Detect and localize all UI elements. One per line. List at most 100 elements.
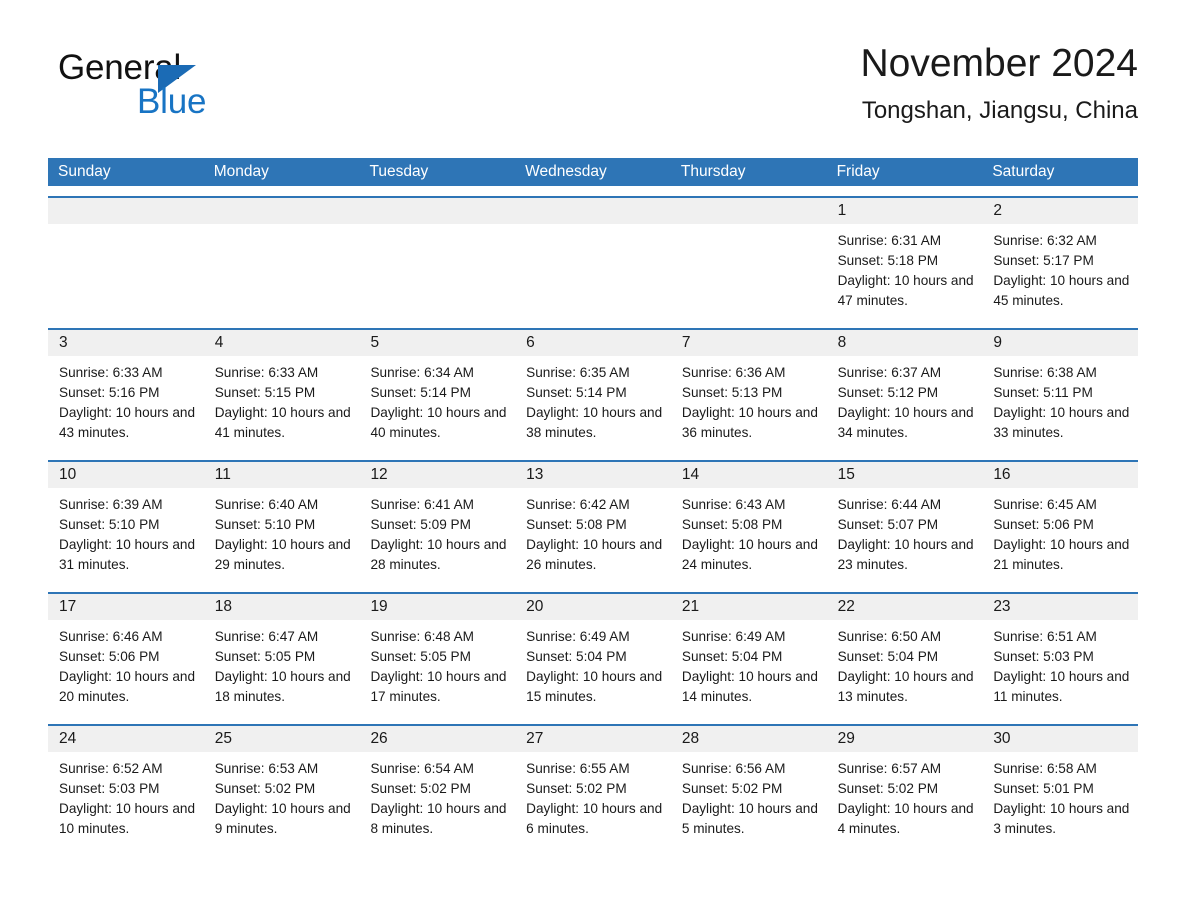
day-cell[interactable] [48, 224, 204, 318]
day-cell[interactable]: Sunrise: 6:36 AM Sunset: 5:13 PM Dayligh… [671, 356, 827, 450]
day-number[interactable]: 14 [671, 462, 827, 488]
day-cell[interactable]: Sunrise: 6:40 AM Sunset: 5:10 PM Dayligh… [204, 488, 360, 582]
daylight-text: Daylight: 10 hours and 33 minutes. [993, 405, 1130, 440]
day-cell[interactable]: Sunrise: 6:44 AM Sunset: 5:07 PM Dayligh… [827, 488, 983, 582]
brand-logo[interactable]: General Blue [58, 50, 358, 130]
sunset-text: Sunset: 5:08 PM [526, 517, 627, 532]
day-cell[interactable]: Sunrise: 6:41 AM Sunset: 5:09 PM Dayligh… [359, 488, 515, 582]
day-cell[interactable]: Sunrise: 6:55 AM Sunset: 5:02 PM Dayligh… [515, 752, 671, 846]
day-number[interactable]: 26 [359, 726, 515, 752]
sunset-text: Sunset: 5:04 PM [837, 649, 939, 664]
day-cell[interactable] [359, 224, 515, 318]
day-number[interactable]: 22 [827, 594, 983, 620]
day-cell[interactable]: Sunrise: 6:39 AM Sunset: 5:10 PM Dayligh… [48, 488, 204, 582]
day-cell[interactable]: Sunrise: 6:33 AM Sunset: 5:15 PM Dayligh… [204, 356, 360, 450]
daylight-text: Daylight: 10 hours and 36 minutes. [681, 405, 818, 440]
day-cell[interactable]: Sunrise: 6:34 AM Sunset: 5:14 PM Dayligh… [359, 356, 515, 450]
day-number[interactable]: 4 [204, 330, 360, 356]
sunrise-text: Sunrise: 6:57 AM [837, 761, 942, 776]
day-number[interactable]: 5 [359, 330, 515, 356]
weekday-header-sunday: Sunday [58, 163, 111, 180]
day-number[interactable] [671, 198, 827, 224]
day-number[interactable]: 15 [827, 462, 983, 488]
sunset-text: Sunset: 5:06 PM [59, 649, 160, 664]
calendar-week-row: 1 2 Sunrise: 6:31 AM Sunset: 5:18 PM Day… [48, 196, 1138, 318]
day-cell[interactable]: Sunrise: 6:33 AM Sunset: 5:16 PM Dayligh… [48, 356, 204, 450]
daylight-text: Daylight: 10 hours and 18 minutes. [214, 669, 351, 704]
day-number[interactable]: 1 [827, 198, 983, 224]
day-cell[interactable]: Sunrise: 6:51 AM Sunset: 5:03 PM Dayligh… [982, 620, 1138, 714]
day-cell[interactable]: Sunrise: 6:57 AM Sunset: 5:02 PM Dayligh… [827, 752, 983, 846]
day-cell[interactable]: Sunrise: 6:58 AM Sunset: 5:01 PM Dayligh… [982, 752, 1138, 846]
sunset-text: Sunset: 5:02 PM [214, 781, 316, 796]
week-detail-band: Sunrise: 6:33 AM Sunset: 5:16 PM Dayligh… [48, 356, 1138, 450]
day-number[interactable]: 12 [359, 462, 515, 488]
day-number[interactable]: 28 [671, 726, 827, 752]
sunset-text: Sunset: 5:14 PM [370, 385, 471, 400]
day-number[interactable]: 29 [827, 726, 983, 752]
day-cell[interactable]: Sunrise: 6:53 AM Sunset: 5:02 PM Dayligh… [204, 752, 360, 846]
day-cell[interactable] [204, 224, 360, 318]
daylight-text: Daylight: 10 hours and 29 minutes. [214, 537, 351, 572]
day-cell[interactable]: Sunrise: 6:43 AM Sunset: 5:08 PM Dayligh… [671, 488, 827, 582]
day-number[interactable]: 11 [204, 462, 360, 488]
day-cell[interactable]: Sunrise: 6:31 AM Sunset: 5:18 PM Dayligh… [827, 224, 983, 318]
sunrise-text: Sunrise: 6:47 AM [214, 629, 319, 644]
day-cell[interactable]: Sunrise: 6:35 AM Sunset: 5:14 PM Dayligh… [515, 356, 671, 450]
day-cell[interactable]: Sunrise: 6:47 AM Sunset: 5:05 PM Dayligh… [204, 620, 360, 714]
day-number[interactable]: 27 [515, 726, 671, 752]
day-number[interactable] [204, 198, 360, 224]
day-cell[interactable]: Sunrise: 6:48 AM Sunset: 5:05 PM Dayligh… [359, 620, 515, 714]
day-cell[interactable]: Sunrise: 6:38 AM Sunset: 5:11 PM Dayligh… [982, 356, 1138, 450]
day-number[interactable]: 17 [48, 594, 204, 620]
day-cell[interactable]: Sunrise: 6:56 AM Sunset: 5:02 PM Dayligh… [671, 752, 827, 846]
daylight-text: Daylight: 10 hours and 3 minutes. [993, 801, 1130, 836]
day-number[interactable]: 2 [982, 198, 1138, 224]
day-cell[interactable]: Sunrise: 6:42 AM Sunset: 5:08 PM Dayligh… [515, 488, 671, 582]
weekday-header-saturday: Saturday [992, 163, 1055, 180]
day-cell[interactable]: Sunrise: 6:50 AM Sunset: 5:04 PM Dayligh… [827, 620, 983, 714]
day-number[interactable]: 30 [982, 726, 1138, 752]
sunrise-text: Sunrise: 6:44 AM [837, 497, 942, 512]
day-number[interactable]: 24 [48, 726, 204, 752]
day-number[interactable]: 18 [204, 594, 360, 620]
weekday-header-friday: Friday [836, 163, 880, 180]
day-cell[interactable]: Sunrise: 6:49 AM Sunset: 5:04 PM Dayligh… [515, 620, 671, 714]
day-number[interactable]: 25 [204, 726, 360, 752]
day-number[interactable]: 7 [671, 330, 827, 356]
day-number[interactable]: 19 [359, 594, 515, 620]
daylight-text: Daylight: 10 hours and 20 minutes. [59, 669, 196, 704]
day-number[interactable]: 23 [982, 594, 1138, 620]
day-number[interactable]: 9 [982, 330, 1138, 356]
sunset-text: Sunset: 5:11 PM [993, 385, 1093, 400]
weekday-header-wednesday: Wednesday [525, 163, 607, 180]
day-cell[interactable]: Sunrise: 6:37 AM Sunset: 5:12 PM Dayligh… [827, 356, 983, 450]
daylight-text: Daylight: 10 hours and 41 minutes. [214, 405, 351, 440]
day-cell[interactable]: Sunrise: 6:52 AM Sunset: 5:03 PM Dayligh… [48, 752, 204, 846]
day-cell[interactable] [671, 224, 827, 318]
day-cell[interactable] [515, 224, 671, 318]
sunrise-text: Sunrise: 6:45 AM [993, 497, 1097, 512]
day-number[interactable]: 6 [515, 330, 671, 356]
day-cell[interactable]: Sunrise: 6:54 AM Sunset: 5:02 PM Dayligh… [359, 752, 515, 846]
day-number[interactable]: 21 [671, 594, 827, 620]
day-cell[interactable]: Sunrise: 6:49 AM Sunset: 5:04 PM Dayligh… [671, 620, 827, 714]
calendar-week-row: 24 25 26 27 28 29 30 Sunrise: 6:52 AM Su… [48, 724, 1138, 846]
title-block: November 2024 Tongshan, Jiangsu, China [861, 40, 1139, 128]
week-detail-band: Sunrise: 6:46 AM Sunset: 5:06 PM Dayligh… [48, 620, 1138, 714]
day-number[interactable] [359, 198, 515, 224]
day-number[interactable]: 3 [48, 330, 204, 356]
calendar-week-row: 17 18 19 20 21 22 23 Sunrise: 6:46 AM Su… [48, 592, 1138, 714]
day-number[interactable]: 20 [515, 594, 671, 620]
day-number[interactable]: 10 [48, 462, 204, 488]
day-cell[interactable]: Sunrise: 6:46 AM Sunset: 5:06 PM Dayligh… [48, 620, 204, 714]
day-number[interactable] [48, 198, 204, 224]
day-number[interactable]: 8 [827, 330, 983, 356]
day-number[interactable]: 16 [982, 462, 1138, 488]
day-number[interactable]: 13 [515, 462, 671, 488]
day-cell[interactable]: Sunrise: 6:45 AM Sunset: 5:06 PM Dayligh… [982, 488, 1138, 582]
week-detail-band: Sunrise: 6:39 AM Sunset: 5:10 PM Dayligh… [48, 488, 1138, 582]
day-number[interactable] [515, 198, 671, 224]
page-subtitle: Tongshan, Jiangsu, China [861, 97, 1138, 124]
day-cell[interactable]: Sunrise: 6:32 AM Sunset: 5:17 PM Dayligh… [982, 224, 1138, 318]
